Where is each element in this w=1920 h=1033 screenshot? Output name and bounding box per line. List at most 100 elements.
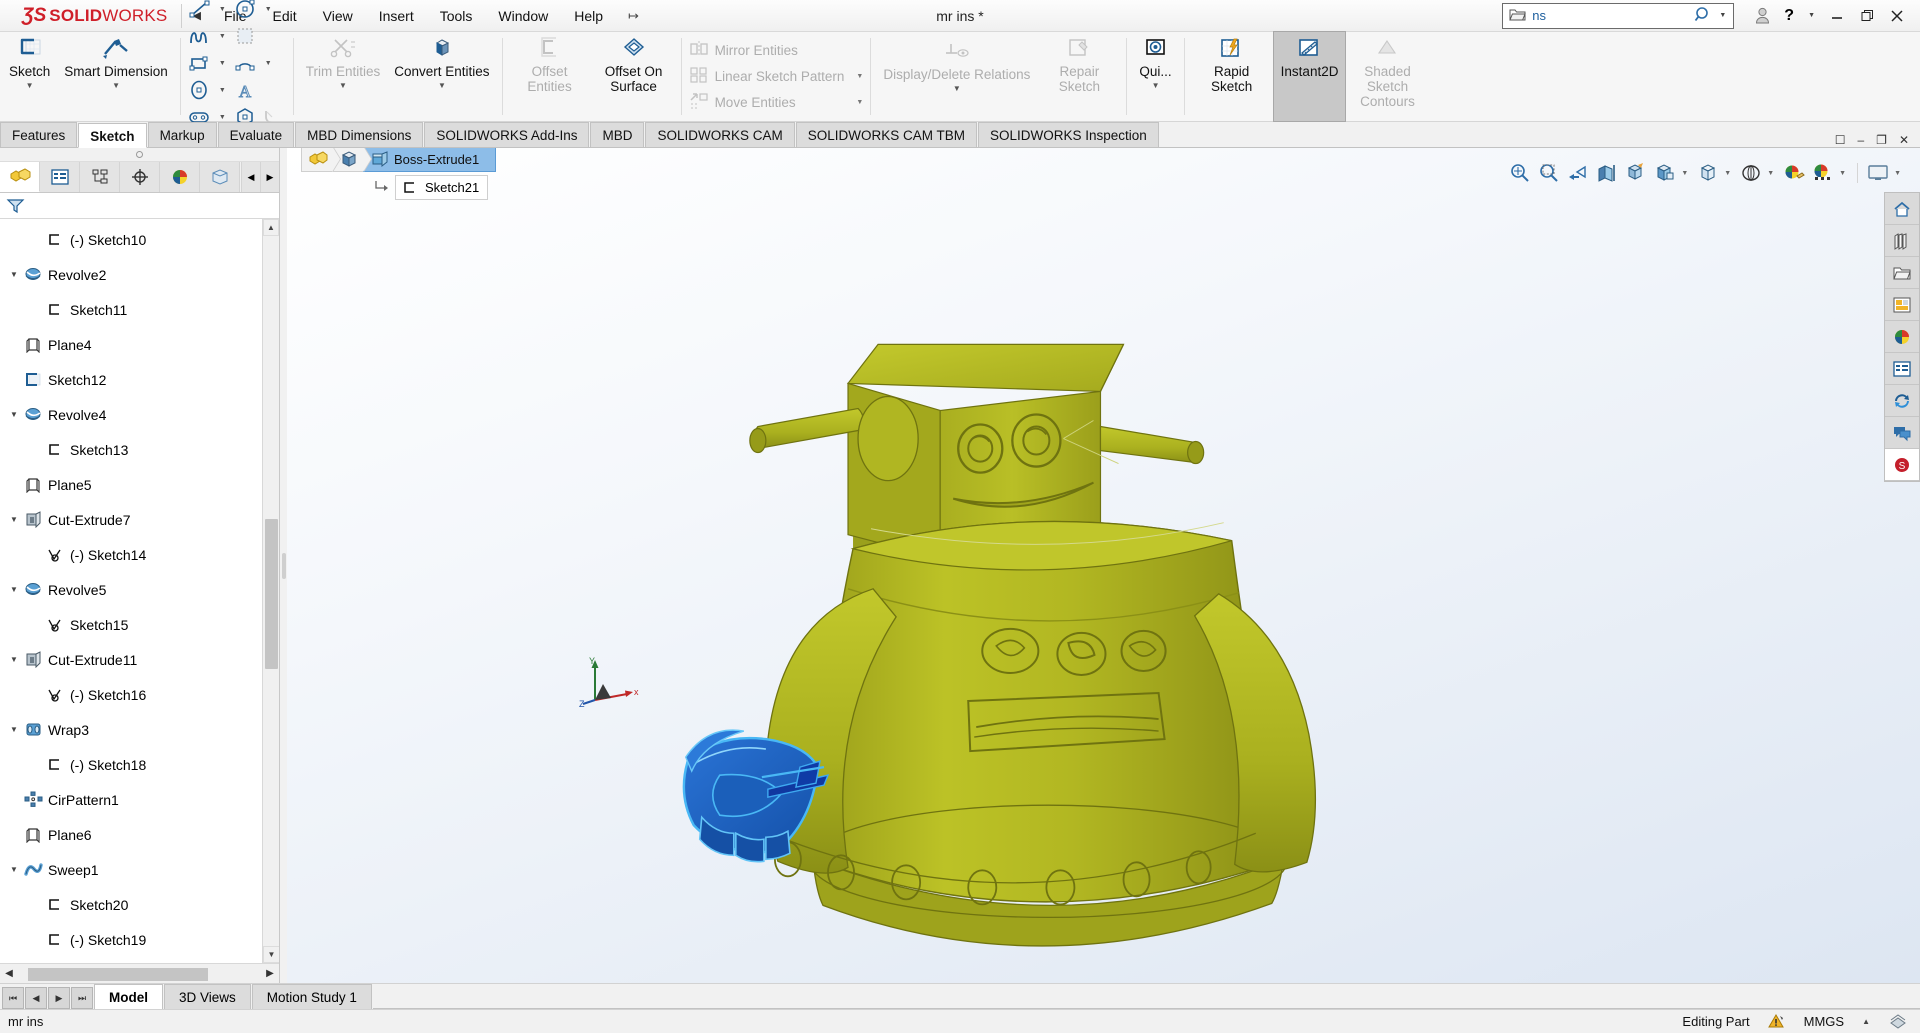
ellipse-dropdown[interactable]: ▼ bbox=[214, 77, 232, 103]
rectangle-tool[interactable] bbox=[186, 50, 214, 76]
tab-solidworks-inspection[interactable]: SOLIDWORKS Inspection bbox=[978, 122, 1159, 147]
menu-item-window[interactable]: Window bbox=[485, 0, 561, 32]
tab-markup[interactable]: Markup bbox=[148, 122, 217, 147]
tree-hscroll-right-icon[interactable]: ▶ bbox=[261, 965, 279, 983]
tab-sketch[interactable]: Sketch bbox=[78, 123, 146, 148]
tree-item-cirpattern1[interactable]: CirPattern1 bbox=[0, 782, 279, 817]
tree-hscroll-left-icon[interactable]: ◀ bbox=[0, 965, 18, 983]
tree-item-plane6[interactable]: Plane6 bbox=[0, 817, 279, 852]
view-settings-icon-group[interactable] bbox=[1737, 159, 1765, 187]
tree-item-sketch19[interactable]: (-) Sketch19 bbox=[0, 922, 279, 957]
hide-show-items-icon[interactable] bbox=[1694, 159, 1722, 187]
quick-snaps-button[interactable]: Qui... ▼ bbox=[1132, 32, 1178, 121]
bottom-tab-model[interactable]: Model bbox=[94, 984, 163, 1009]
first-icon[interactable]: ⏮ bbox=[2, 987, 24, 1009]
overlay-icon[interactable] bbox=[1888, 1014, 1908, 1030]
3dexperience-icon[interactable] bbox=[1885, 385, 1919, 417]
line-dropdown[interactable]: ▼ bbox=[214, 0, 232, 22]
collapse-arrow-icon[interactable]: ▼ bbox=[6, 725, 22, 734]
restore-icon[interactable] bbox=[1852, 1, 1882, 31]
ellipse-tool[interactable] bbox=[186, 77, 214, 103]
design-library-icon[interactable] bbox=[1885, 225, 1919, 257]
tab-minimize-icon[interactable]: – bbox=[1852, 133, 1869, 147]
tree-item-wrap3[interactable]: ▼Wrap3 bbox=[0, 712, 279, 747]
tab-solidworks-cam[interactable]: SOLIDWORKS CAM bbox=[645, 122, 794, 147]
tree-scroll-down-icon[interactable]: ▼ bbox=[263, 946, 279, 963]
display-style-dropdown-icon[interactable]: ▼ bbox=[1680, 170, 1693, 177]
line-tool[interactable] bbox=[186, 0, 214, 22]
user-icon[interactable] bbox=[1748, 7, 1777, 24]
feature-tree-scrollbar[interactable]: ▲ ▼ bbox=[262, 219, 279, 963]
menu-item-view[interactable]: View bbox=[310, 0, 366, 32]
tree-item-mirror3[interactable]: Mirror3 bbox=[0, 957, 279, 963]
collapse-arrow-icon[interactable]: ▼ bbox=[6, 270, 22, 279]
tree-item-plane4[interactable]: Plane4 bbox=[0, 327, 279, 362]
magnifier-icon[interactable] bbox=[1694, 6, 1713, 26]
feature-manager-tab[interactable] bbox=[0, 162, 40, 192]
tab-restore-icon[interactable]: ❐ bbox=[1871, 133, 1892, 147]
file-explorer-icon[interactable] bbox=[1885, 257, 1919, 289]
sw-forum-icon[interactable]: S bbox=[1885, 449, 1919, 481]
viewport-icon[interactable] bbox=[1864, 159, 1892, 187]
edit-appearance-icon[interactable] bbox=[1780, 159, 1808, 187]
bottom-tab-motion-study-1[interactable]: Motion Study 1 bbox=[252, 984, 372, 1009]
previous-view-icon[interactable] bbox=[1564, 159, 1592, 187]
panel-splitter[interactable] bbox=[280, 148, 287, 983]
smart-dimension-button[interactable]: Smart Dimension ▼ bbox=[57, 32, 175, 121]
tree-item-sketch18[interactable]: (-) Sketch18 bbox=[0, 747, 279, 782]
panel-tab-prev-icon[interactable]: ◀ bbox=[241, 162, 260, 192]
spline-tool[interactable] bbox=[186, 23, 214, 49]
tab-mbd-dimensions[interactable]: MBD Dimensions bbox=[295, 122, 423, 147]
view-orientation-icon[interactable] bbox=[1622, 159, 1650, 187]
tree-item-sketch16[interactable]: (-) Sketch16 bbox=[0, 677, 279, 712]
circle-dropdown[interactable]: ▼ bbox=[260, 0, 288, 22]
tab-close-icon[interactable]: ✕ bbox=[1894, 133, 1914, 147]
sketch-dropdown-icon[interactable]: ▼ bbox=[26, 81, 34, 90]
breadcrumb-boss-extrude1[interactable]: Boss-Extrude1 bbox=[363, 148, 496, 172]
search-input[interactable]: ns ▼ bbox=[1502, 3, 1734, 29]
tab-features[interactable]: Features bbox=[0, 122, 77, 147]
tab-evaluate[interactable]: Evaluate bbox=[218, 122, 295, 147]
pin-icon[interactable]: ↦ bbox=[616, 8, 651, 24]
tree-item-revolve4[interactable]: ▼Revolve4 bbox=[0, 397, 279, 432]
next-icon[interactable]: ▶ bbox=[48, 987, 70, 1009]
smart-dimension-dropdown-icon[interactable]: ▼ bbox=[112, 81, 120, 90]
collapse-arrow-icon[interactable]: ▼ bbox=[6, 865, 22, 874]
convert-entities-button[interactable]: Convert Entities ▼ bbox=[387, 32, 496, 121]
trim-entities-dropdown-icon[interactable]: ▼ bbox=[339, 81, 347, 90]
collapse-arrow-icon[interactable]: ▼ bbox=[6, 655, 22, 664]
spline-dropdown[interactable]: ▼ bbox=[214, 23, 232, 49]
tree-item-cut-extrude7[interactable]: ▼Cut-Extrude7 bbox=[0, 502, 279, 537]
tree-item-sweep1[interactable]: ▼Sweep1 bbox=[0, 852, 279, 887]
sketch-button[interactable]: Sketch ▼ bbox=[2, 32, 57, 121]
zoom-to-area-icon[interactable] bbox=[1535, 159, 1563, 187]
question-mark-icon[interactable]: ? bbox=[1777, 7, 1801, 25]
linear-sketch-pattern-dropdown-icon[interactable]: ▼ bbox=[844, 73, 863, 80]
move-entities-dropdown-icon[interactable]: ▼ bbox=[844, 99, 863, 106]
arc-dropdown[interactable]: ▼ bbox=[260, 50, 288, 76]
circle-tool[interactable] bbox=[232, 0, 260, 22]
close-icon[interactable] bbox=[1882, 1, 1912, 31]
display-manager-tab[interactable] bbox=[160, 162, 200, 192]
tree-item-revolve5[interactable]: ▼Revolve5 bbox=[0, 572, 279, 607]
tab-solidworks-add-ins[interactable]: SOLIDWORKS Add-Ins bbox=[424, 122, 589, 147]
tree-scroll-thumb[interactable] bbox=[265, 519, 278, 669]
robot-model[interactable] bbox=[287, 148, 1920, 983]
panel-tab-next-icon[interactable]: ▶ bbox=[260, 162, 279, 192]
rebuild-warning-icon[interactable] bbox=[1768, 1014, 1786, 1030]
cam-feature-tree-tab[interactable] bbox=[200, 162, 240, 192]
units-label[interactable]: MMGS bbox=[1804, 1014, 1844, 1029]
instant2d-button[interactable]: Instant2D bbox=[1274, 32, 1346, 121]
breadcrumb-child-sketch21[interactable]: Sketch21 bbox=[395, 175, 488, 200]
offset-on-surface-button[interactable]: Offset On Surface bbox=[592, 32, 676, 121]
section-view-icon[interactable] bbox=[1593, 159, 1621, 187]
apply-scene-dropdown-icon[interactable]: ▼ bbox=[1838, 170, 1851, 177]
feature-tree-filter[interactable] bbox=[0, 193, 279, 219]
tree-item-sketch12[interactable]: Sketch12 bbox=[0, 362, 279, 397]
menu-item-insert[interactable]: Insert bbox=[366, 0, 427, 32]
hide-show-dropdown-icon[interactable]: ▼ bbox=[1723, 170, 1736, 177]
tree-item-sketch14[interactable]: (-) Sketch14 bbox=[0, 537, 279, 572]
apply-scene-icon[interactable] bbox=[1809, 159, 1837, 187]
appearances-scenes-icon[interactable] bbox=[1885, 321, 1919, 353]
tree-item-sketch11[interactable]: Sketch11 bbox=[0, 292, 279, 327]
